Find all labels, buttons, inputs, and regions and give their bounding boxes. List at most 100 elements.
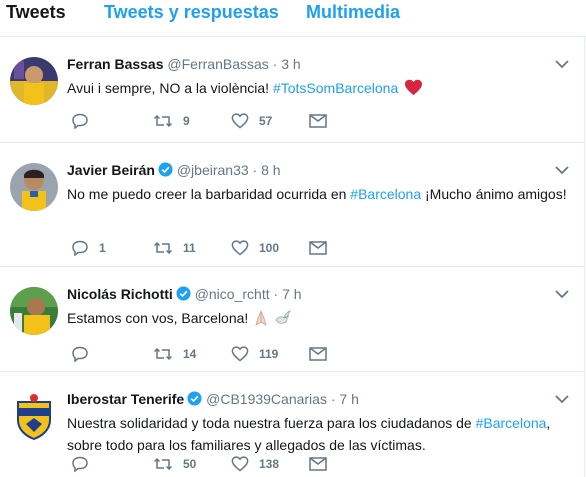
timestamp[interactable]: 7 h: [339, 391, 358, 407]
reply-icon: [72, 113, 88, 129]
verified-badge-icon: [176, 286, 191, 301]
tab-tweets-and-replies[interactable]: Tweets y respuestas: [104, 2, 279, 23]
tweet-header: Nicolás Richotti @nico_rchtt · 7 h: [67, 285, 302, 303]
retweet-button[interactable]: 9: [153, 111, 190, 131]
chevron-down-icon[interactable]: [554, 287, 570, 301]
direct-message-button[interactable]: [309, 344, 327, 364]
heart-icon: [231, 346, 249, 362]
chevron-down-icon[interactable]: [554, 163, 570, 177]
retweet-icon: [153, 241, 173, 255]
hashtag-link[interactable]: #Barcelona: [476, 415, 547, 431]
like-button[interactable]: 100: [231, 238, 279, 258]
tweet-actions: 1 11 100: [67, 238, 487, 258]
retweet-count: 50: [183, 457, 197, 471]
retweet-count: 9: [183, 114, 190, 128]
hashtag-link[interactable]: #Barcelona: [350, 186, 421, 202]
reply-button[interactable]: 1: [71, 238, 106, 258]
hashtag-link[interactable]: #TotsSomBarcelona: [273, 80, 398, 96]
author-handle[interactable]: @FerranBassas: [167, 56, 268, 72]
profile-tabs: Tweets Tweets y respuestas Multimedia: [0, 0, 586, 37]
separator-dot: ·: [272, 56, 278, 72]
folded-hands-emoji-icon: [255, 309, 267, 326]
retweet-icon: [153, 457, 173, 471]
heart-icon: [231, 456, 249, 472]
chevron-down-icon[interactable]: [554, 57, 570, 71]
tweet[interactable]: Nicolás Richotti @nico_rchtt · 7 h Estam…: [0, 267, 584, 372]
envelope-icon: [309, 347, 327, 361]
avatar[interactable]: [10, 163, 58, 211]
chevron-down-icon[interactable]: [554, 392, 570, 406]
heart-emoji-icon: [405, 79, 423, 96]
retweet-button[interactable]: 11: [153, 238, 196, 258]
tweet-text-body-end: ¡Mucho ánimo amigos!: [421, 186, 567, 202]
envelope-icon: [309, 114, 327, 128]
reply-icon: [72, 240, 88, 256]
like-button[interactable]: 119: [231, 344, 278, 364]
like-count: 138: [259, 457, 280, 471]
retweet-icon: [153, 114, 173, 128]
reply-icon: [72, 346, 88, 362]
author-handle[interactable]: @CB1939Canarias: [206, 391, 327, 407]
author-handle[interactable]: @jbeiran33: [177, 162, 249, 178]
envelope-icon: [309, 457, 327, 471]
timeline-border: [584, 36, 585, 477]
heart-icon: [231, 240, 249, 256]
retweet-button[interactable]: 50: [153, 454, 196, 474]
verified-badge-icon: [158, 162, 173, 177]
separator-dot: ·: [252, 162, 258, 178]
separator-dot: ·: [273, 286, 279, 302]
tweet-header: Ferran Bassas @FerranBassas · 3 h: [67, 55, 301, 73]
tweet-text-body: Avui i sempre, NO a la violència!: [67, 80, 273, 96]
direct-message-button[interactable]: [309, 454, 327, 474]
tweet-header: Javier Beirán @jbeiran33 · 8 h: [67, 161, 281, 179]
verified-badge-icon: [187, 391, 202, 406]
reply-button[interactable]: [71, 111, 99, 131]
author-name[interactable]: Javier Beirán: [67, 162, 155, 178]
reply-button[interactable]: [71, 454, 99, 474]
tweet[interactable]: Iberostar Tenerife @CB1939Canarias · 7 h…: [0, 372, 584, 477]
author-handle[interactable]: @nico_rchtt: [195, 286, 270, 302]
tweet-text: Avui i sempre, NO a la violència! #TotsS…: [67, 77, 567, 99]
tweet-text: Estamos con vos, Barcelona!: [67, 307, 567, 329]
tweet[interactable]: Javier Beirán @jbeiran33 · 8 h No me pue…: [0, 143, 584, 267]
tweet-text-body: Nuestra solidaridad y toda nuestra fuerz…: [67, 415, 476, 431]
separator-dot: ·: [330, 391, 336, 407]
tab-tweets[interactable]: Tweets: [6, 2, 66, 23]
author-name[interactable]: Nicolás Richotti: [67, 286, 173, 302]
direct-message-button[interactable]: [309, 111, 327, 131]
retweet-count: 14: [183, 347, 197, 361]
timestamp[interactable]: 3 h: [281, 56, 300, 72]
tweet-text-body: Estamos con vos, Barcelona!: [67, 310, 253, 326]
tweet-actions: 50 138: [67, 454, 487, 474]
retweet-button[interactable]: 14: [153, 344, 196, 364]
tab-media[interactable]: Multimedia: [306, 2, 400, 23]
author-name[interactable]: Ferran Bassas: [67, 56, 164, 72]
reply-button[interactable]: [71, 344, 99, 364]
avatar[interactable]: [10, 392, 58, 440]
timestamp[interactable]: 8 h: [261, 162, 280, 178]
reply-count: 1: [99, 241, 106, 255]
reply-icon: [72, 456, 88, 472]
like-count: 100: [259, 241, 280, 255]
dove-emoji-icon: [275, 310, 292, 324]
tweet-text: No me puedo creer la barbaridad ocurrida…: [67, 183, 567, 205]
avatar[interactable]: [10, 57, 58, 105]
like-button[interactable]: 57: [231, 111, 272, 131]
like-button[interactable]: 138: [231, 454, 279, 474]
tweet-text-body: No me puedo creer la barbaridad ocurrida…: [67, 186, 351, 202]
timestamp[interactable]: 7 h: [282, 286, 301, 302]
envelope-icon: [309, 241, 327, 255]
tweet-header: Iberostar Tenerife @CB1939Canarias · 7 h: [67, 390, 359, 408]
retweet-icon: [153, 347, 173, 361]
tweet-text: Nuestra solidaridad y toda nuestra fuerz…: [67, 412, 567, 456]
retweet-count: 11: [183, 241, 196, 255]
tweet-actions: 9 57: [67, 111, 487, 131]
like-count: 57: [259, 114, 273, 128]
tweet-actions: 14 119: [67, 344, 487, 364]
avatar[interactable]: [10, 287, 58, 335]
direct-message-button[interactable]: [309, 238, 327, 258]
author-name[interactable]: Iberostar Tenerife: [67, 391, 184, 407]
heart-icon: [231, 113, 249, 129]
tweet[interactable]: Ferran Bassas @FerranBassas · 3 h Avui i…: [0, 37, 584, 143]
like-count: 119: [259, 347, 279, 361]
